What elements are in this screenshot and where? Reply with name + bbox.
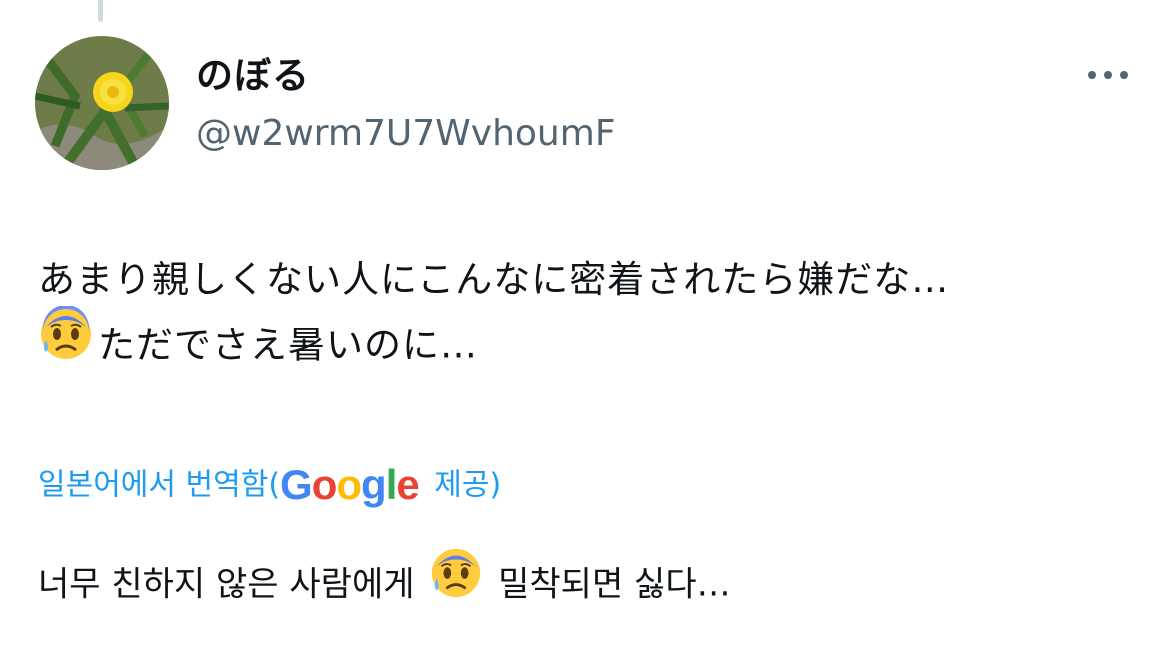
thread-connector-line	[98, 0, 103, 22]
avatar[interactable]	[35, 36, 169, 170]
translation-label-prefix: 일본어에서 번역함(	[38, 467, 281, 503]
more-options-button[interactable]	[1082, 60, 1134, 90]
display-name[interactable]: のぼる	[196, 52, 310, 100]
translated-text-before: 너무 친하지 않은 사람에게	[38, 564, 426, 605]
translated-tweet-text: 너무 친하지 않은 사람에게 밀착되면 싫다…	[38, 548, 731, 621]
dandelion-photo-icon	[35, 36, 169, 170]
tweet-line-2-text: ただでさえ暑いのに…	[98, 323, 478, 367]
translated-text-after: 밀착되면 싫다…	[487, 564, 731, 605]
tweet-text: あまり親しくない人にこんなに密着されたら嫌だな… ただでさえ暑いのに…	[38, 250, 1148, 384]
translation-attribution[interactable]: 일본어에서 번역함(Google 제공)	[38, 458, 501, 510]
google-logo: Google	[280, 460, 420, 508]
tweet-line-1: あまり親しくない人にこんなに密着されたら嫌だな…	[38, 258, 950, 301]
translation-label-suffix: 제공)	[424, 467, 502, 503]
more-horizontal-icon	[1088, 71, 1128, 79]
anxious-face-with-sweat-icon	[38, 305, 94, 380]
tweet-line-2: ただでさえ暑いのに…	[38, 305, 1148, 384]
user-handle[interactable]: @w2wrm7U7WvhoumF	[196, 110, 616, 158]
anxious-face-with-sweat-icon	[429, 546, 483, 619]
